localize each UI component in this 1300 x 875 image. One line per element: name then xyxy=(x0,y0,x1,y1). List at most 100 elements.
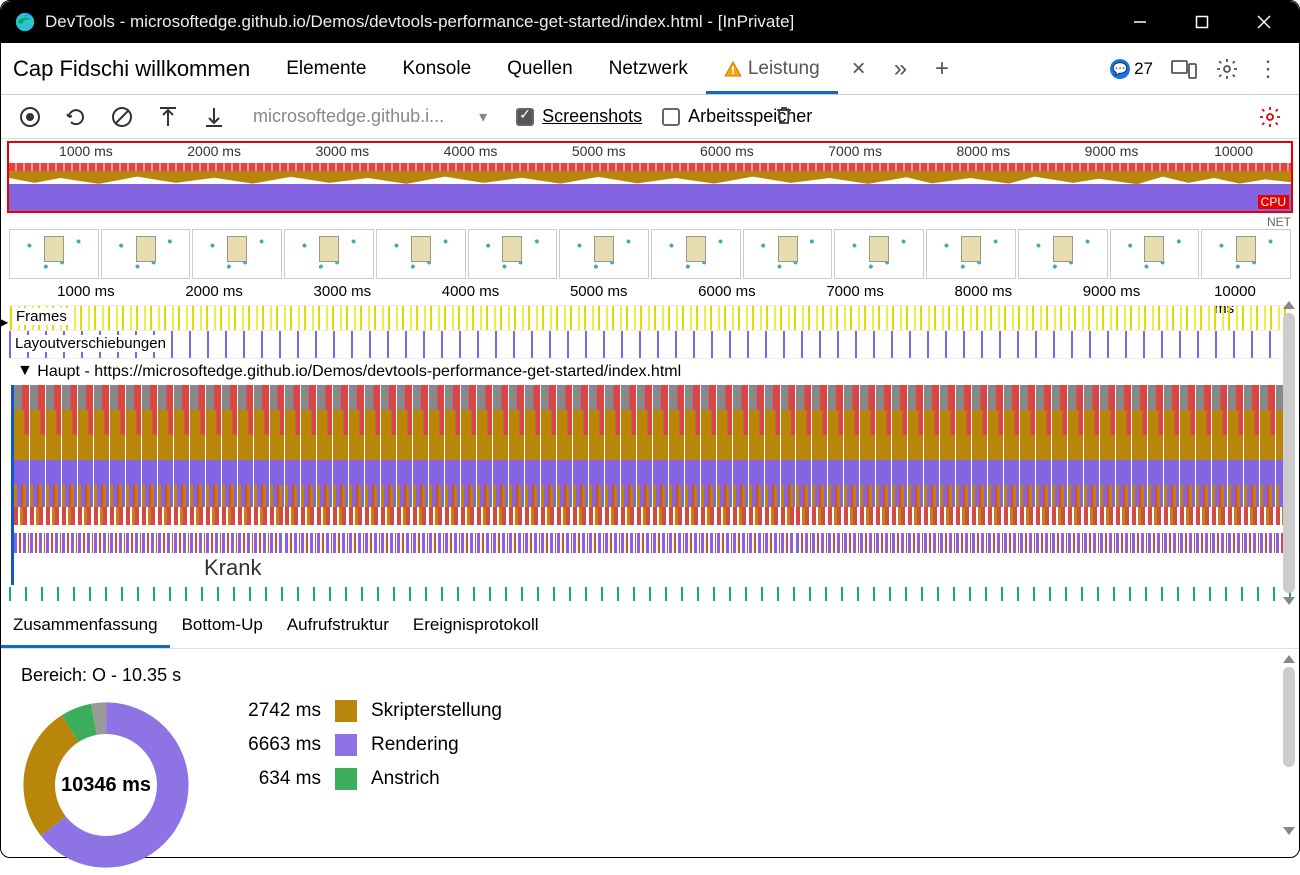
summary-total-ms: 10346 ms xyxy=(55,734,157,836)
window-minimize-button[interactable] xyxy=(1109,1,1171,43)
call-tree-tab[interactable]: Aufrufstruktur xyxy=(275,605,401,648)
memory-checkbox-group[interactable]: Arbeitsspeicher xyxy=(662,106,812,127)
device-emulation-button[interactable] xyxy=(1171,58,1197,80)
screenshot-thumbnail[interactable] xyxy=(651,229,741,279)
tab-close-button[interactable]: × xyxy=(838,45,880,93)
overview-tick: 8000 ms xyxy=(956,143,1010,159)
screenshot-thumbnail[interactable] xyxy=(926,229,1016,279)
tabs-overflow-button[interactable]: » xyxy=(880,45,921,93)
screenshot-thumbnail[interactable] xyxy=(743,229,833,279)
profile-selector-dropdown-icon[interactable]: ▾ xyxy=(470,104,496,130)
overview-ruler: 1000 ms 2000 ms 3000 ms 4000 ms 5000 ms 6000 … xyxy=(9,143,1291,163)
scroll-up-icon[interactable] xyxy=(1283,301,1295,309)
page-title: Cap Fidschi willkommen xyxy=(13,56,250,82)
tab-sources[interactable]: Quellen xyxy=(489,45,591,93)
screenshot-thumbnail[interactable] xyxy=(559,229,649,279)
screenshot-thumbnail[interactable] xyxy=(284,229,374,279)
overview-tick: 1000 ms xyxy=(59,143,113,159)
window-titlebar: DevTools - microsoftedge.github.io/Demos… xyxy=(1,1,1299,43)
more-options-button[interactable]: ⋮ xyxy=(1257,56,1279,82)
screenshot-thumbnail[interactable] xyxy=(834,229,924,279)
screenshot-thumbnail[interactable] xyxy=(468,229,558,279)
issues-counter[interactable]: 💬 27 xyxy=(1110,59,1153,79)
window-maximize-button[interactable] xyxy=(1171,1,1233,43)
screenshot-thumbnail[interactable] xyxy=(9,229,99,279)
legend-row: 2742 ms Skripterstellung xyxy=(231,700,502,722)
summary-scrollbar[interactable] xyxy=(1283,667,1295,767)
window-close-button[interactable] xyxy=(1233,1,1295,43)
timeline-tracks: ▶ Frames Layoutverschiebungen ▼ Haupt - … xyxy=(9,305,1291,585)
summary-tabs: Zusammenfassung Bottom-Up Aufrufstruktur… xyxy=(1,605,1299,649)
summary-legend: 2742 msSkripterstellung6663 msRendering6… xyxy=(231,700,502,790)
overview-timeline[interactable]: 1000 ms 2000 ms 3000 ms 4000 ms 5000 ms 6000 … xyxy=(7,141,1293,213)
bottom-up-tab[interactable]: Bottom-Up xyxy=(170,605,275,648)
detail-ruler[interactable]: 1000 ms2000 ms3000 ms4000 ms5000 ms6000 … xyxy=(9,283,1291,305)
screenshot-thumbnail[interactable] xyxy=(192,229,282,279)
memory-checkbox[interactable] xyxy=(662,108,680,126)
window-title: DevTools - microsoftedge.github.io/Demos… xyxy=(45,12,1109,32)
record-button[interactable] xyxy=(17,104,43,130)
legend-row: 6663 msRendering xyxy=(231,734,502,756)
detail-tick: 1000 ms xyxy=(57,283,115,300)
screenshots-filmstrip[interactable] xyxy=(9,229,1291,279)
trash-icon[interactable] xyxy=(774,104,794,126)
overview-tick: 3000 ms xyxy=(315,143,369,159)
gpu-track[interactable] xyxy=(9,587,1291,601)
screenshots-checkbox-group[interactable]: Screenshots xyxy=(516,106,642,127)
devtools-tabstrip: Cap Fidschi willkommen Elemente Konsole … xyxy=(1,43,1299,95)
capture-settings-button[interactable] xyxy=(1257,104,1283,130)
main-track-label: Haupt - https://microsoftedge.github.io/… xyxy=(37,363,681,380)
chat-icon: 💬 xyxy=(1110,59,1130,79)
screenshot-thumbnail[interactable] xyxy=(1110,229,1200,279)
legend-label: Skripterstellung xyxy=(371,700,502,722)
overview-tick: 5000 ms xyxy=(572,143,626,159)
expand-frames-icon[interactable]: ▶ xyxy=(0,312,8,332)
tab-network[interactable]: Netzwerk xyxy=(591,45,706,93)
tab-console[interactable]: Konsole xyxy=(384,45,489,93)
overview-tick: 9000 ms xyxy=(1085,143,1139,159)
legend-swatch xyxy=(335,700,357,722)
overview-net-row: NET xyxy=(9,215,1291,227)
overview-tick: 6000 ms xyxy=(700,143,754,159)
layout-shifts-track[interactable]: Layoutverschiebungen xyxy=(9,331,1291,359)
tab-add-button[interactable]: + xyxy=(921,45,963,93)
summary-body: Bereich: O - 10.35 s 10346 ms 2742 msSkr… xyxy=(1,649,1299,839)
scroll-down-icon[interactable] xyxy=(1283,597,1295,605)
profile-selector[interactable]: microsoftedge.github.i... xyxy=(247,106,450,127)
tab-elements[interactable]: Elemente xyxy=(268,45,384,93)
event-log-tab[interactable]: Ereignisprotokoll xyxy=(401,605,551,648)
cpu-label: CPU xyxy=(1258,195,1289,209)
main-track-header[interactable]: ▼ Haupt - https://microsoftedge.github.i… xyxy=(9,359,1291,385)
main-scrollbar[interactable] xyxy=(1283,313,1295,593)
download-profile-button[interactable] xyxy=(201,104,227,130)
screenshot-thumbnail[interactable] xyxy=(1018,229,1108,279)
detail-tick: 9000 ms xyxy=(1083,283,1141,300)
overview-tick: 2000 ms xyxy=(187,143,241,159)
frames-track[interactable]: ▶ Frames xyxy=(9,305,1291,331)
screenshots-checkbox[interactable] xyxy=(516,108,534,126)
reload-record-button[interactable] xyxy=(63,104,89,130)
summary-scroll-up-icon[interactable] xyxy=(1283,655,1295,663)
detail-tick: 4000 ms xyxy=(442,283,500,300)
summary-donut-chart: 10346 ms xyxy=(21,700,191,870)
main-flame-chart[interactable]: Krank xyxy=(11,385,1291,585)
devices-icon xyxy=(1171,58,1197,80)
tab-performance-label: Leistung xyxy=(748,58,820,80)
upload-profile-button[interactable] xyxy=(155,104,181,130)
tab-performance[interactable]: Leistung xyxy=(706,45,838,93)
settings-button[interactable] xyxy=(1215,57,1239,81)
krank-annotation: Krank xyxy=(204,555,261,581)
legend-swatch xyxy=(335,734,357,756)
overview-tick: 4000 ms xyxy=(444,143,498,159)
screenshot-thumbnail[interactable] xyxy=(1201,229,1291,279)
detail-tick: 8000 ms xyxy=(955,283,1013,300)
overview-cpu-chart: CPU xyxy=(9,163,1291,211)
performance-toolbar: microsoftedge.github.i... ▾ Screenshots … xyxy=(1,95,1299,139)
clear-button[interactable] xyxy=(109,104,135,130)
legend-ms: 2742 ms xyxy=(231,700,321,722)
screenshot-thumbnail[interactable] xyxy=(376,229,466,279)
summary-tab[interactable]: Zusammenfassung xyxy=(1,605,170,648)
screenshot-thumbnail[interactable] xyxy=(101,229,191,279)
collapse-main-icon[interactable]: ▼ xyxy=(17,362,33,380)
summary-scroll-down-icon[interactable] xyxy=(1283,827,1295,835)
